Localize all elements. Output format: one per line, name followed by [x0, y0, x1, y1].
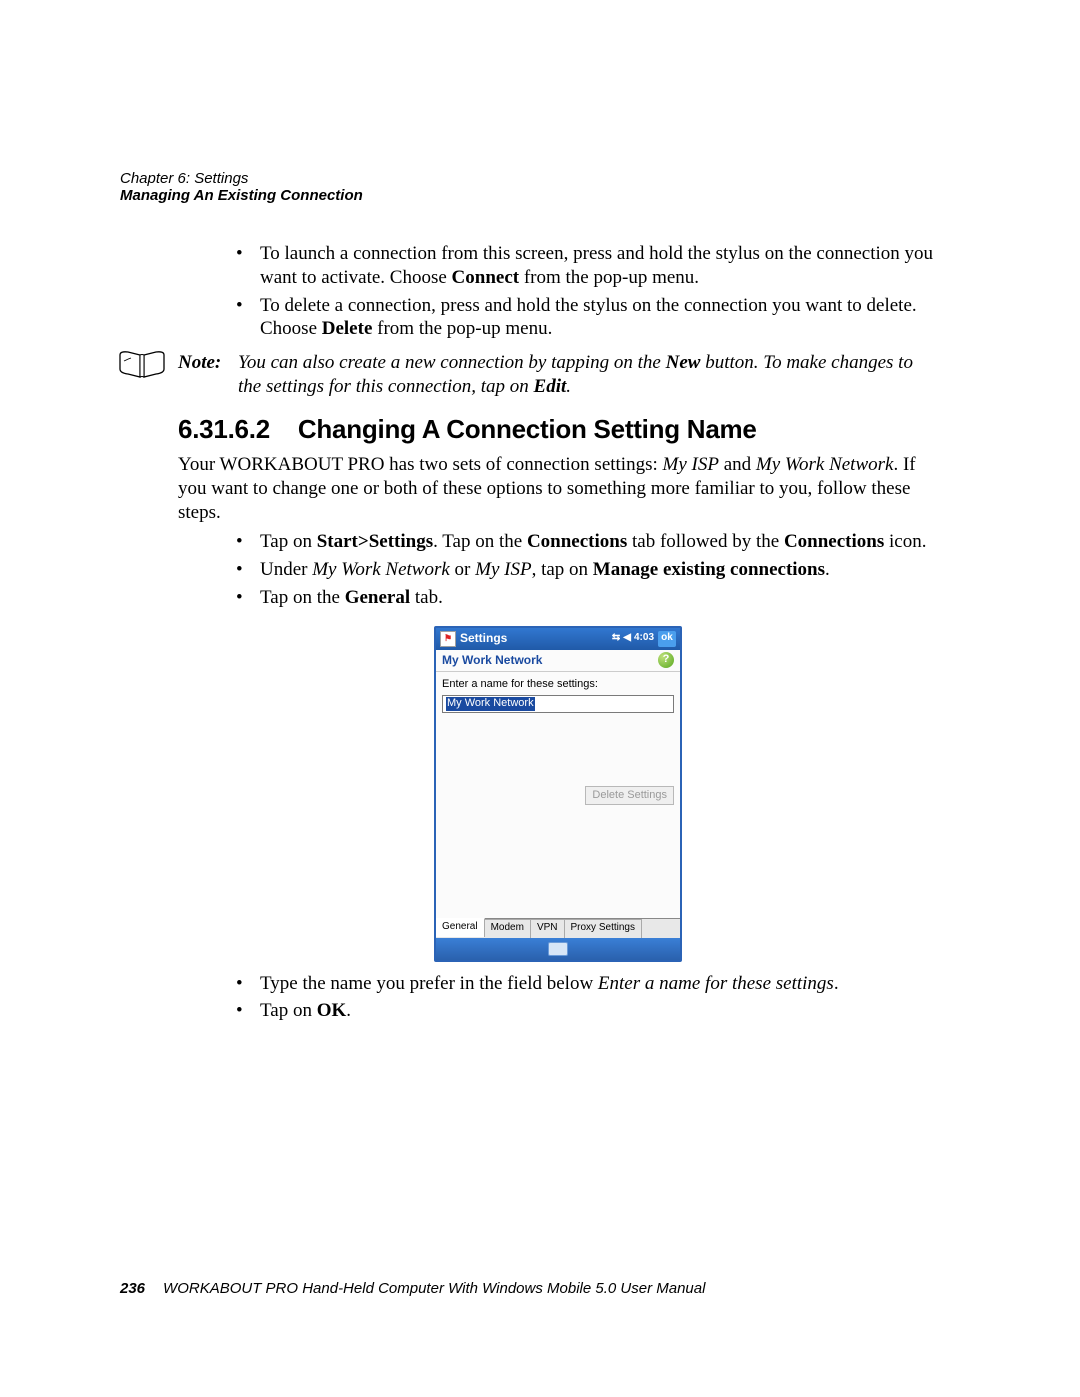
- page-content: To launch a connection from this screen,…: [178, 242, 938, 1023]
- note-label: Note:: [178, 351, 238, 399]
- list-item: Under My Work Network or My ISP, tap on …: [236, 558, 938, 582]
- ok-button[interactable]: ok: [658, 631, 676, 647]
- wm-status-icons: ⇆ ◀ 4:03: [612, 632, 654, 645]
- paragraph: Your WORKABOUT PRO has two sets of conne…: [178, 453, 938, 524]
- page-footer: 236 WORKABOUT PRO Hand-Held Computer With…: [120, 1280, 705, 1297]
- bullet-list-top: To launch a connection from this screen,…: [236, 242, 938, 341]
- tab-general[interactable]: General: [436, 918, 485, 937]
- book-icon: [118, 349, 166, 381]
- list-item: Tap on Start>Settings. Tap on the Connec…: [236, 530, 938, 554]
- start-flag-icon[interactable]: ⚑: [440, 631, 456, 647]
- list-item: To delete a connection, press and hold t…: [236, 294, 938, 342]
- section-number: 6.31.6.2: [178, 414, 270, 444]
- section-label: Managing An Existing Connection: [120, 187, 363, 204]
- screenshot-container: ⚑ Settings ⇆ ◀ 4:03 ok My Work Network ?…: [434, 626, 682, 962]
- tab-proxy-settings[interactable]: Proxy Settings: [565, 919, 642, 938]
- list-item: Tap on OK.: [236, 999, 938, 1023]
- wm-subtitle: My Work Network: [442, 653, 542, 668]
- note-block: Note: You can also create a new connecti…: [178, 351, 938, 399]
- tab-modem[interactable]: Modem: [485, 919, 531, 938]
- help-icon[interactable]: ?: [658, 652, 674, 668]
- chapter-label: Chapter 6: Settings: [120, 170, 363, 187]
- wm-bottombar: [436, 938, 680, 960]
- tab-vpn[interactable]: VPN: [531, 919, 565, 938]
- list-item: To launch a connection from this screen,…: [236, 242, 938, 290]
- wm-body: Enter a name for these settings: My Work…: [436, 672, 680, 918]
- wm-titlebar: ⚑ Settings ⇆ ◀ 4:03 ok: [436, 628, 680, 650]
- footer-text: WORKABOUT PRO Hand-Held Computer With Wi…: [163, 1280, 705, 1297]
- wm-tabs: General Modem VPN Proxy Settings: [436, 918, 680, 938]
- keyboard-icon[interactable]: [548, 942, 568, 956]
- wm-subtitle-bar: My Work Network ?: [436, 650, 680, 672]
- running-header: Chapter 6: Settings Managing An Existing…: [120, 170, 363, 204]
- wm-title: Settings: [460, 631, 608, 646]
- page-number: 236: [120, 1280, 145, 1297]
- speaker-icon: ◀: [623, 632, 631, 645]
- connectivity-icon: ⇆: [612, 632, 620, 645]
- bullet-list-bottom: Type the name you prefer in the field be…: [236, 972, 938, 1024]
- settings-name-input[interactable]: My Work Network: [442, 695, 674, 713]
- field-label: Enter a name for these settings:: [442, 678, 674, 692]
- clock-text: 4:03: [634, 632, 654, 645]
- note-text: You can also create a new connection by …: [238, 351, 938, 399]
- section-heading: 6.31.6.2 Changing A Connection Setting Na…: [178, 413, 938, 446]
- section-title: Changing A Connection Setting Name: [298, 414, 757, 444]
- list-item: Type the name you prefer in the field be…: [236, 972, 938, 996]
- windows-mobile-window: ⚑ Settings ⇆ ◀ 4:03 ok My Work Network ?…: [434, 626, 682, 962]
- bullet-list-mid: Tap on Start>Settings. Tap on the Connec…: [236, 530, 938, 609]
- list-item: Tap on the General tab.: [236, 586, 938, 610]
- delete-settings-button[interactable]: Delete Settings: [585, 786, 674, 806]
